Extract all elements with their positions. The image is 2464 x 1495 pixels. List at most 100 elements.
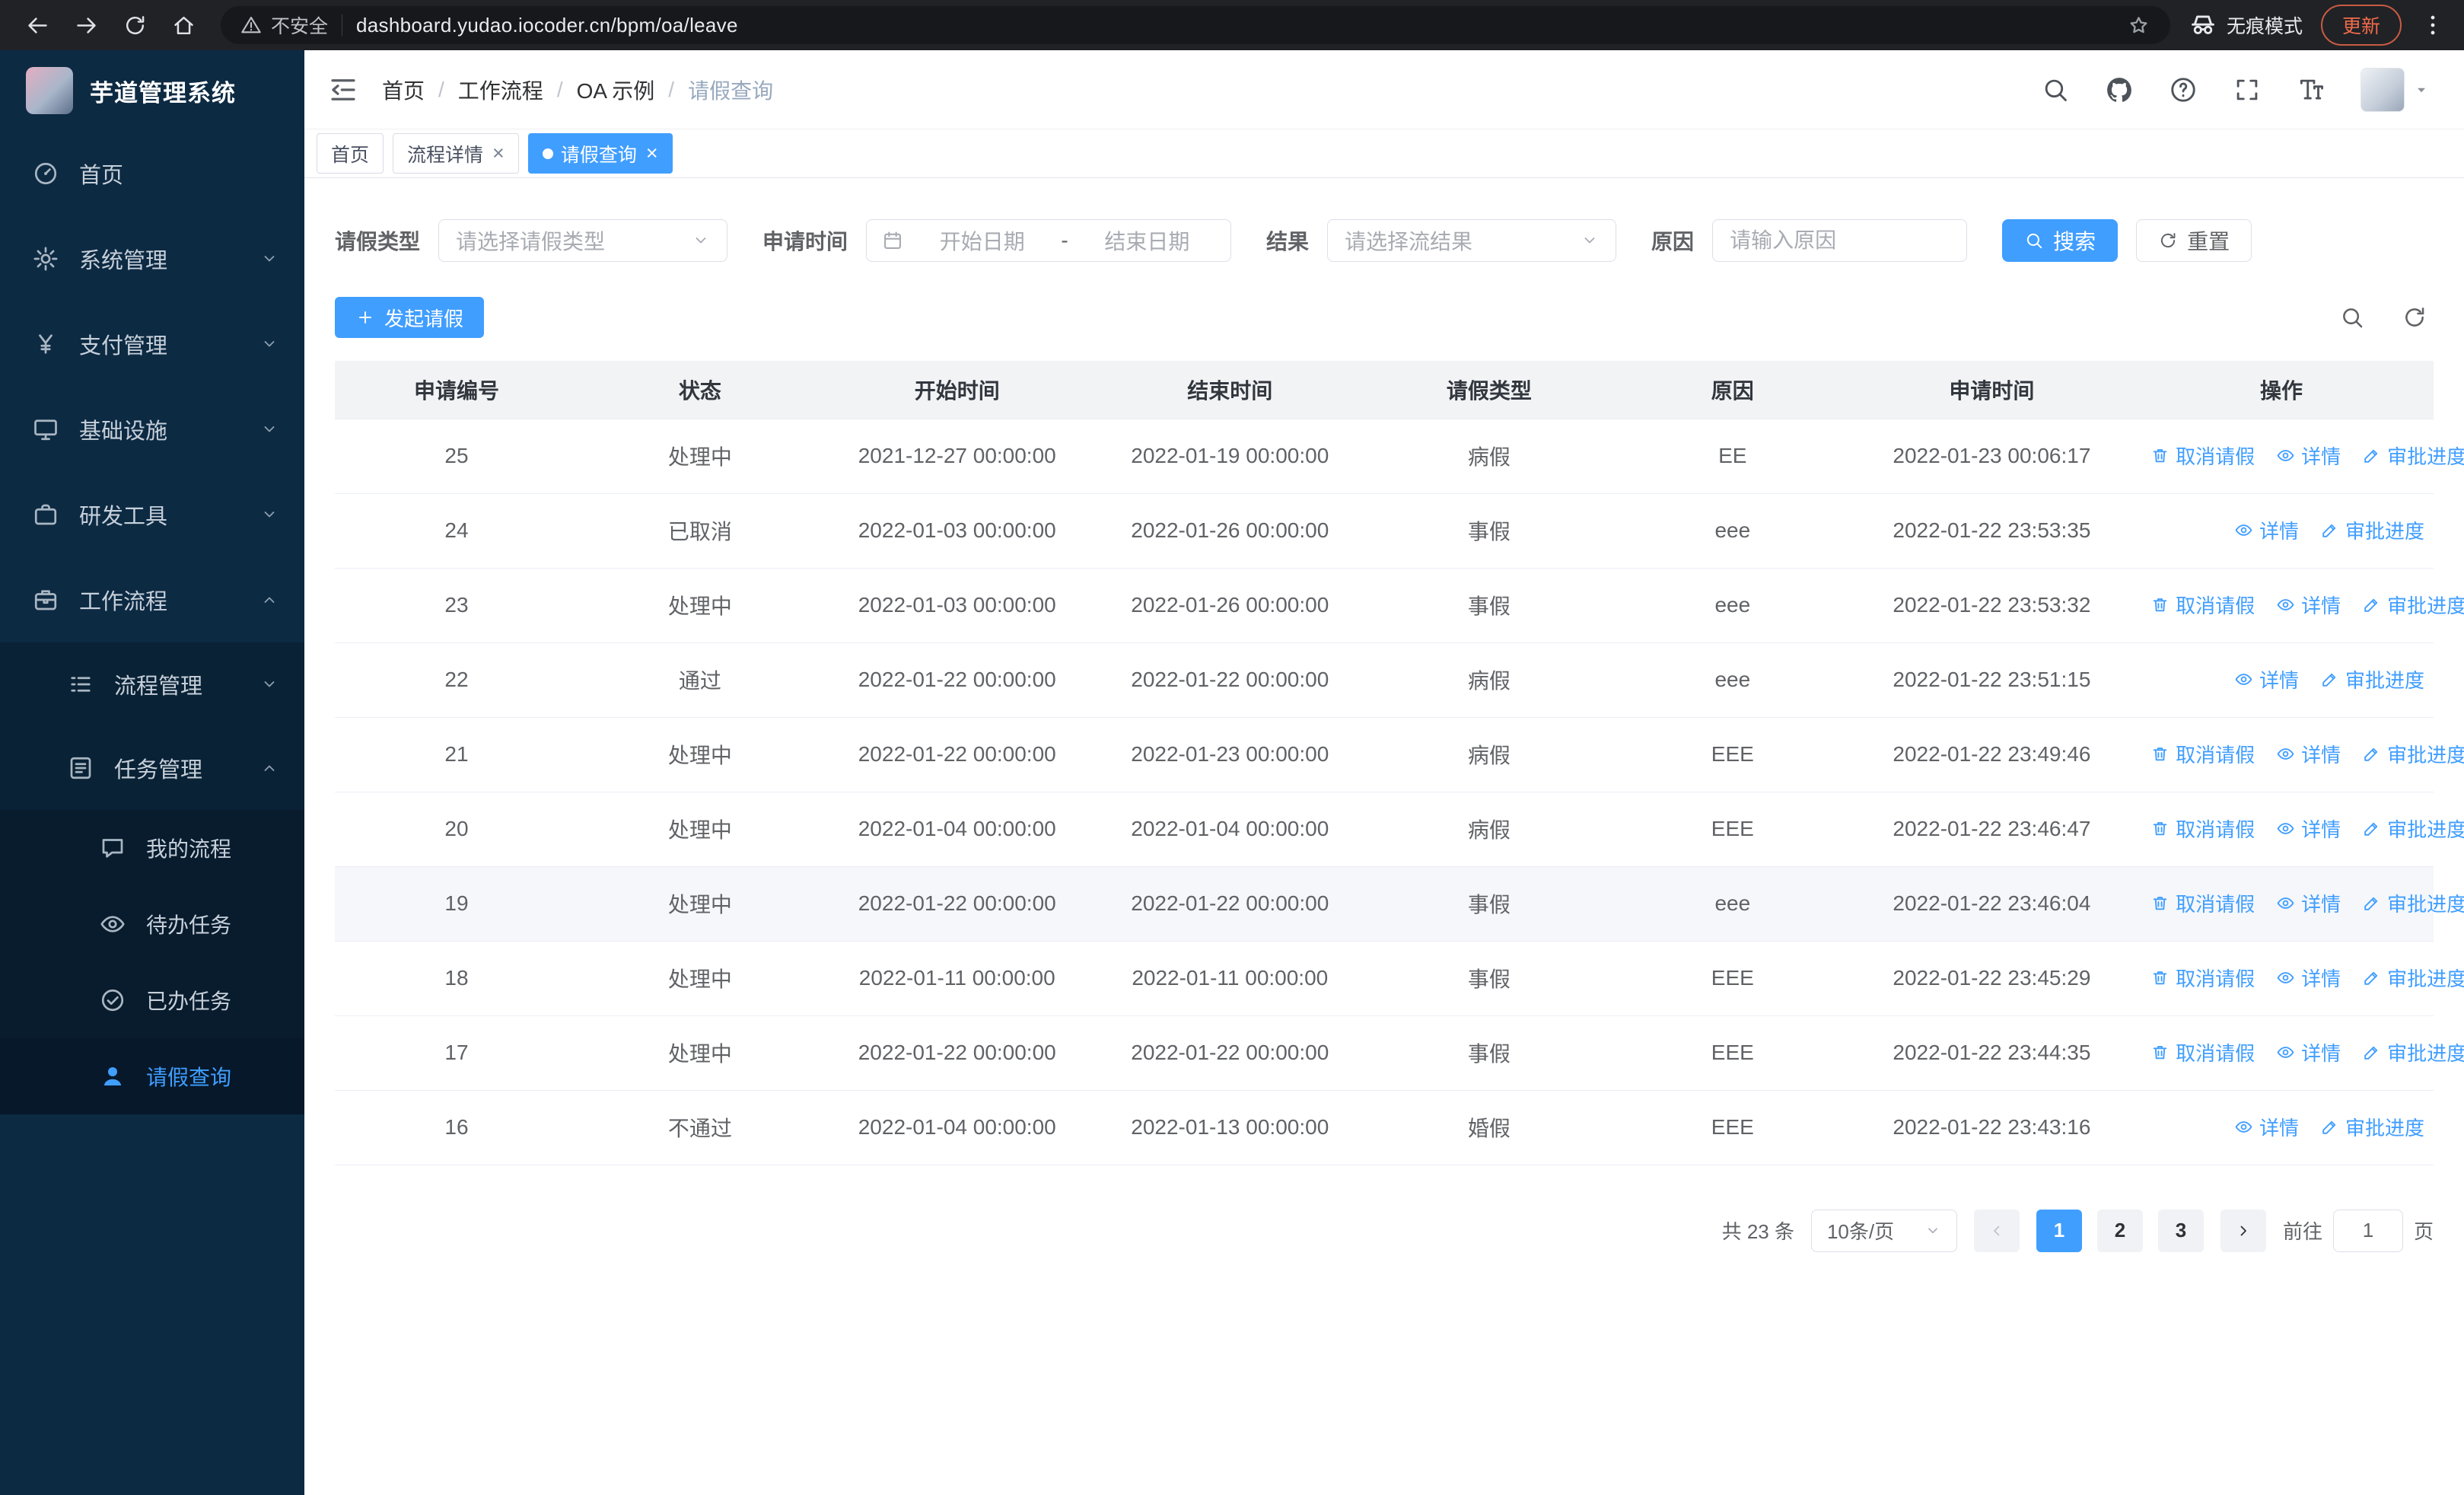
result-select[interactable]: 请选择流结果	[1327, 219, 1617, 262]
cancel-link[interactable]: 取消请假	[2150, 814, 2255, 843]
eye-icon	[2276, 595, 2295, 614]
breadcrumb-item[interactable]: 首页	[382, 75, 425, 105]
progress-link[interactable]: 审批进度	[2362, 740, 2464, 768]
sidebar-item-1[interactable]: 系统管理	[0, 216, 304, 301]
detail-link[interactable]: 详情	[2276, 441, 2341, 470]
next-page-button[interactable]	[2220, 1209, 2266, 1252]
filter-apply-time: 申请时间 开始日期 - 结束日期	[762, 219, 1232, 262]
chevron-down-icon	[260, 250, 279, 268]
sidebar-item-2[interactable]: 支付管理	[0, 301, 304, 387]
github-icon[interactable]	[2105, 75, 2134, 104]
cell-applied: 2022-01-22 23:45:29	[1854, 941, 2130, 1016]
font-size-icon[interactable]	[2297, 75, 2326, 104]
tab-请假查询[interactable]: 请假查询 ×	[527, 133, 673, 174]
search-button-label: 搜索	[2053, 230, 2096, 253]
detail-link[interactable]: 详情	[2276, 889, 2341, 917]
sidebar-item-11[interactable]: 请假查询	[0, 1038, 304, 1114]
browser-home-button[interactable]	[164, 6, 202, 44]
cell-actions: 详情 审批进度	[2129, 493, 2434, 569]
cancel-link[interactable]: 取消请假	[2150, 740, 2255, 768]
progress-link[interactable]: 审批进度	[2362, 441, 2464, 470]
date-range-picker[interactable]: 开始日期 - 结束日期	[866, 219, 1232, 262]
eye-icon	[2276, 819, 2295, 838]
sidebar-menu: 首页 系统管理 支付管理 基础设施 研发工具 工作流程 流程管理 任务管理 我的流程 待办任务 已办…	[0, 131, 304, 1114]
cell-status: 处理中	[578, 568, 822, 643]
create-leave-button[interactable]: 发起请假	[335, 297, 485, 338]
fullscreen-icon[interactable]	[2233, 75, 2262, 104]
progress-link[interactable]: 审批进度	[2362, 964, 2464, 992]
close-icon[interactable]: ×	[492, 143, 505, 164]
breadcrumb-item[interactable]: OA 示例	[577, 75, 655, 105]
cell-status: 处理中	[578, 866, 822, 942]
update-button[interactable]: 更新	[2320, 5, 2402, 46]
sidebar-collapse-icon[interactable]	[327, 74, 359, 106]
reset-button[interactable]: 重置	[2136, 219, 2252, 262]
sidebar-item-9[interactable]: 待办任务	[0, 886, 304, 962]
help-icon[interactable]	[2169, 75, 2198, 104]
detail-link[interactable]: 详情	[2234, 665, 2299, 693]
sidebar-item-5[interactable]: 工作流程	[0, 557, 304, 642]
user-menu[interactable]	[2361, 67, 2431, 112]
page-button-2[interactable]: 2	[2096, 1209, 2143, 1252]
detail-link[interactable]: 详情	[2276, 591, 2341, 619]
close-icon[interactable]: ×	[646, 143, 658, 164]
header-search-icon[interactable]	[2041, 75, 2070, 104]
browser-forward-button[interactable]	[67, 6, 105, 44]
cancel-link[interactable]: 取消请假	[2150, 964, 2255, 992]
bookmark-star-icon[interactable]	[2127, 14, 2150, 37]
caret-down-icon	[2412, 81, 2431, 99]
sidebar-item-3[interactable]: 基础设施	[0, 387, 304, 472]
breadcrumb-item[interactable]: 工作流程	[458, 75, 543, 105]
page-button-1[interactable]: 1	[2036, 1209, 2082, 1252]
sidebar-item-7[interactable]: 任务管理	[0, 726, 304, 810]
cancel-link[interactable]: 取消请假	[2150, 441, 2255, 470]
cell-applied: 2022-01-22 23:53:32	[1854, 568, 2130, 643]
calendar-icon	[882, 230, 903, 251]
progress-link[interactable]: 审批进度	[2320, 1113, 2424, 1141]
browser-reload-button[interactable]	[116, 6, 154, 44]
browser-menu-icon[interactable]	[2420, 12, 2446, 38]
progress-link[interactable]: 审批进度	[2362, 1038, 2464, 1066]
table-search-toggle-icon[interactable]	[2339, 304, 2365, 330]
cancel-link[interactable]: 取消请假	[2150, 1038, 2255, 1066]
address-bar[interactable]: 不安全 dashboard.yudao.iocoder.cn/bpm/oa/le…	[221, 6, 2170, 44]
browser-back-button[interactable]	[18, 6, 56, 44]
security-indicator[interactable]: 不安全	[240, 11, 328, 39]
detail-link[interactable]: 详情	[2276, 740, 2341, 768]
cell-reason: EEE	[1610, 792, 1854, 867]
search-button[interactable]: 搜索	[2002, 219, 2119, 262]
table-row: 22 通过 2022-01-22 00:00:00 2022-01-22 00:00:…	[335, 642, 2434, 718]
goto-page-input[interactable]	[2332, 1209, 2403, 1252]
progress-link[interactable]: 审批进度	[2362, 591, 2464, 619]
cell-status: 处理中	[578, 1015, 822, 1091]
sidebar-item-8[interactable]: 我的流程	[0, 810, 304, 886]
cancel-link[interactable]: 取消请假	[2150, 591, 2255, 619]
sidebar-item-6[interactable]: 流程管理	[0, 642, 304, 726]
prev-page-button[interactable]	[1973, 1209, 2020, 1252]
sidebar-item-4[interactable]: 研发工具	[0, 472, 304, 557]
detail-link[interactable]: 详情	[2276, 1038, 2341, 1066]
leave-type-select[interactable]: 请选择请假类型	[438, 219, 728, 262]
cell-start: 2022-01-22 00:00:00	[821, 1015, 1093, 1091]
detail-link[interactable]: 详情	[2276, 814, 2341, 843]
detail-link[interactable]: 详情	[2234, 516, 2299, 544]
detail-link[interactable]: 详情	[2234, 1113, 2299, 1141]
progress-label: 审批进度	[2387, 1042, 2464, 1065]
cancel-link[interactable]: 取消请假	[2150, 889, 2255, 917]
app-title: 芋道管理系统	[90, 79, 236, 107]
page-button-3[interactable]: 3	[2157, 1209, 2204, 1252]
tab-首页[interactable]: 首页	[317, 133, 384, 174]
sidebar-item-0[interactable]: 首页	[0, 131, 304, 216]
progress-link[interactable]: 审批进度	[2320, 665, 2424, 693]
cancel-label: 取消请假	[2176, 445, 2255, 468]
progress-link[interactable]: 审批进度	[2362, 814, 2464, 843]
page-size-select[interactable]: 10条/页	[1810, 1209, 1957, 1252]
reason-input[interactable]	[1712, 219, 1968, 262]
eye-icon	[2276, 894, 2295, 913]
detail-link[interactable]: 详情	[2276, 964, 2341, 992]
progress-link[interactable]: 审批进度	[2362, 889, 2464, 917]
table-refresh-icon[interactable]	[2402, 304, 2427, 330]
progress-link[interactable]: 审批进度	[2320, 516, 2424, 544]
tab-流程详情[interactable]: 流程详情 ×	[393, 133, 519, 174]
sidebar-item-10[interactable]: 已办任务	[0, 962, 304, 1038]
